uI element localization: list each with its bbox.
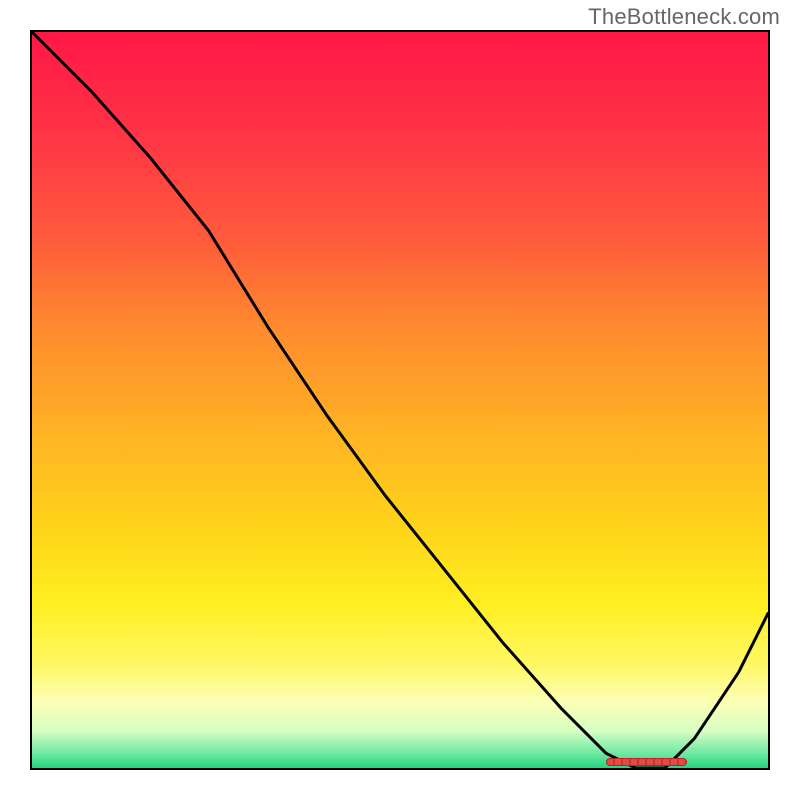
curve-path bbox=[32, 32, 768, 768]
optimum-range-marker bbox=[606, 758, 687, 766]
plot-area bbox=[30, 30, 770, 770]
chart-container: TheBottleneck.com bbox=[0, 0, 800, 800]
watermark-text: TheBottleneck.com bbox=[588, 4, 780, 30]
bottleneck-curve bbox=[32, 32, 768, 768]
